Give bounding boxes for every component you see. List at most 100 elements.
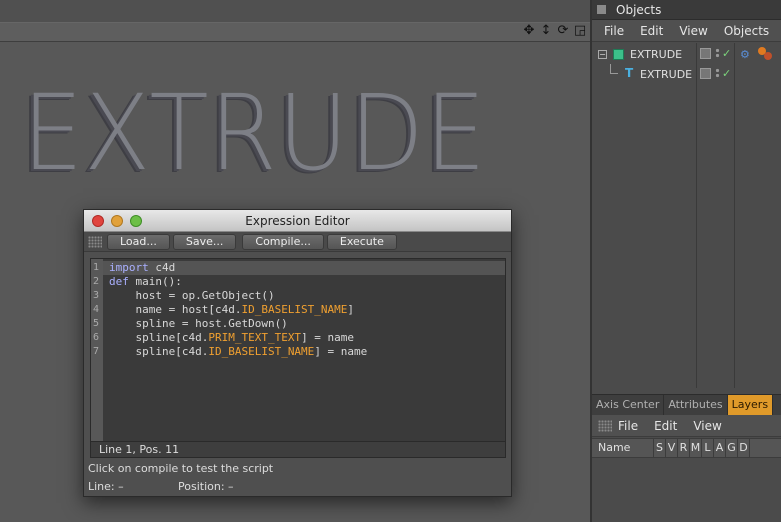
right-panel: Objects File Edit View Objects − EXTRUDE… <box>590 0 781 522</box>
extrude-cube-icon <box>613 49 624 60</box>
error-position-readout: Position: – <box>178 480 234 493</box>
maximize-icon[interactable]: ◲ <box>573 24 587 38</box>
visibility-dots-icon[interactable] <box>715 48 720 59</box>
line-number: 6 <box>93 332 100 343</box>
objects-menu-file[interactable]: File <box>604 24 624 38</box>
objects-menu-edit[interactable]: Edit <box>640 24 663 38</box>
layers-col-l[interactable]: L <box>702 439 714 457</box>
tree-line <box>610 73 618 74</box>
code-text: spline[c4d. <box>109 345 209 358</box>
attribute-tabs: Axis Center Attributes Layers <box>592 394 781 416</box>
code-line: name = host[c4d.ID_BASELIST_NAME] <box>109 303 354 316</box>
layers-col-m[interactable]: M <box>690 439 702 457</box>
layers-col-d[interactable]: D <box>738 439 750 457</box>
compile-hint: Click on compile to test the script <box>88 462 274 475</box>
line-number: 7 <box>93 346 100 357</box>
move-icon[interactable]: ✥ <box>522 24 536 38</box>
code-keyword: import <box>109 261 149 274</box>
code-text: c4d <box>148 261 176 274</box>
layers-menu-edit[interactable]: Edit <box>654 419 677 433</box>
layer-square-icon[interactable] <box>700 68 711 79</box>
line-number: 1 <box>93 262 100 273</box>
tab-axis-center[interactable]: Axis Center <box>592 395 665 416</box>
code-line: spline[c4d.PRIM_TEXT_TEXT] = name <box>109 331 354 344</box>
line-number: 4 <box>93 304 100 315</box>
compile-button[interactable]: Compile... <box>242 233 324 250</box>
objects-panel-title: Objects <box>616 2 662 17</box>
object-name[interactable]: EXTRUDE <box>640 68 692 81</box>
viewport-top-strip <box>0 0 590 22</box>
tab-attributes[interactable]: Attributes <box>664 395 728 416</box>
code-editor[interactable]: 1 2 3 4 5 6 7 import c4d def main(): hos… <box>90 258 506 442</box>
objects-menu-view[interactable]: View <box>679 24 707 38</box>
line-number: 5 <box>93 318 100 329</box>
code-line: spline[c4d.ID_BASELIST_NAME] = name <box>109 345 367 358</box>
object-name[interactable]: EXTRUDE <box>630 48 682 61</box>
enabled-check-icon[interactable]: ✓ <box>722 67 731 80</box>
expression-editor-window: Expression Editor Load... Save... Compil… <box>83 209 512 497</box>
line-value: – <box>118 480 124 493</box>
code-text: spline = host.GetDown() <box>109 317 288 330</box>
cursor-status: Line 1, Pos. 11 <box>90 442 506 458</box>
code-line: import c4d <box>109 261 175 274</box>
layers-menu-file[interactable]: File <box>618 419 638 433</box>
object-row-extrude[interactable]: − EXTRUDE ✓ ⚙ <box>592 44 781 64</box>
line-label: Line: <box>88 480 115 493</box>
object-list[interactable]: − EXTRUDE ✓ ⚙ T EXTRUDE ✓ <box>592 43 781 388</box>
code-constant: ID_BASELIST_NAME <box>241 303 348 316</box>
code-keyword: def <box>109 275 129 288</box>
tree-line <box>610 64 611 73</box>
column-separator <box>696 43 697 388</box>
layer-square-icon[interactable] <box>700 48 711 59</box>
execute-button[interactable]: Execute <box>326 233 397 250</box>
grip-icon[interactable] <box>88 235 102 248</box>
layers-col-a[interactable]: A <box>714 439 726 457</box>
save-button[interactable]: Save... <box>172 233 237 250</box>
code-text: ] = name <box>314 345 368 358</box>
panel-icon <box>597 5 606 14</box>
editor-toolbar: Load... Save... Compile... Execute <box>84 232 511 252</box>
line-number: 2 <box>93 276 100 287</box>
code-line: def main(): <box>109 275 182 288</box>
code-text: main(): <box>128 275 182 288</box>
layers-column-header: Name S V R M L A G D <box>592 438 781 458</box>
object-row-text[interactable]: T EXTRUDE ✓ <box>592 64 781 84</box>
code-line: spline = host.GetDown() <box>109 317 288 330</box>
layers-col-v[interactable]: V <box>666 439 678 457</box>
position-value: – <box>228 480 234 493</box>
layers-col-g[interactable]: G <box>726 439 738 457</box>
code-constant: PRIM_TEXT_TEXT <box>208 331 302 344</box>
viewport-header-bar <box>0 22 590 42</box>
code-constant: ID_BASELIST_NAME <box>208 345 315 358</box>
zoom-icon[interactable]: ↕ <box>539 24 553 38</box>
cinema4d-window: ✥ ↕ ⟳ ◲ EXTRUDE Objects File Edit View O… <box>0 0 781 522</box>
position-label: Position: <box>178 480 225 493</box>
layers-col-r[interactable]: R <box>678 439 690 457</box>
objects-panel-header: Objects <box>592 0 781 20</box>
code-text: host = op.GetObject() <box>109 289 275 302</box>
layers-menu-view[interactable]: View <box>693 419 721 433</box>
code-text: ] = name <box>301 331 355 344</box>
extruded-text-object[interactable]: EXTRUDE <box>22 72 487 194</box>
objects-menu-objects[interactable]: Objects <box>724 24 769 38</box>
load-button[interactable]: Load... <box>107 233 170 250</box>
editor-titlebar[interactable]: Expression Editor <box>84 210 511 232</box>
enabled-check-icon[interactable]: ✓ <box>722 47 731 60</box>
code-line: host = op.GetObject() <box>109 289 275 302</box>
layers-menubar: File Edit View <box>592 415 781 437</box>
python-tag-icon[interactable]: ⚙ <box>740 48 754 61</box>
visibility-dots-icon[interactable] <box>715 68 720 79</box>
tab-layers[interactable]: Layers <box>727 395 774 416</box>
editor-title: Expression Editor <box>245 214 350 228</box>
objects-menubar: File Edit View Objects <box>592 20 781 42</box>
material-tag-icon[interactable] <box>758 47 774 61</box>
layers-col-name[interactable]: Name <box>592 439 654 457</box>
rotate-icon[interactable]: ⟳ <box>556 24 570 38</box>
layers-col-s[interactable]: S <box>654 439 666 457</box>
code-text: spline[c4d. <box>109 331 209 344</box>
text-spline-icon: T <box>625 66 634 80</box>
column-separator <box>734 43 735 388</box>
grip-icon[interactable] <box>598 419 612 432</box>
code-text: name = host[c4d. <box>109 303 242 316</box>
collapse-toggle[interactable]: − <box>598 50 607 59</box>
